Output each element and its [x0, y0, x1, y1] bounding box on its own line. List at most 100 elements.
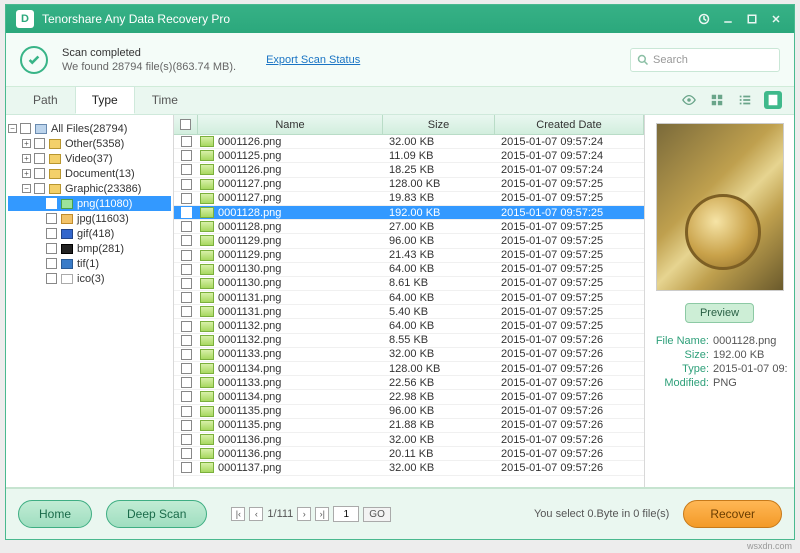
row-checkbox[interactable]: [181, 150, 192, 161]
page-last-icon[interactable]: ›|: [315, 507, 329, 521]
row-checkbox[interactable]: [181, 462, 192, 473]
tree-ico[interactable]: ico(3): [77, 273, 105, 285]
view-eye-icon[interactable]: [680, 91, 698, 109]
tab-path[interactable]: Path: [16, 86, 75, 114]
tree-jpg[interactable]: jpg(11603): [77, 213, 129, 225]
collapse-icon[interactable]: −: [22, 184, 31, 193]
table-row[interactable]: 0001128.png27.00 KB2015-01-07 09:57:25: [174, 220, 644, 234]
row-checkbox[interactable]: [181, 264, 192, 275]
row-checkbox[interactable]: [181, 434, 192, 445]
tree-png[interactable]: png(11080): [77, 198, 132, 210]
row-checkbox[interactable]: [181, 306, 192, 317]
expand-icon[interactable]: +: [22, 169, 31, 178]
tree-checkbox[interactable]: [20, 123, 31, 134]
row-checkbox[interactable]: [181, 292, 192, 303]
table-row[interactable]: 0001130.png8.61 KB2015-01-07 09:57:25: [174, 277, 644, 291]
table-row[interactable]: 0001132.png8.55 KB2015-01-07 09:57:26: [174, 334, 644, 348]
row-checkbox[interactable]: [181, 235, 192, 246]
tree-checkbox[interactable]: [46, 228, 57, 239]
table-row[interactable]: 0001136.png32.00 KB2015-01-07 09:57:26: [174, 433, 644, 447]
tree-checkbox[interactable]: [34, 168, 45, 179]
row-checkbox[interactable]: [181, 321, 192, 332]
tree-checkbox[interactable]: [46, 273, 57, 284]
row-checkbox[interactable]: [181, 363, 192, 374]
row-checkbox[interactable]: [181, 207, 192, 218]
select-all-checkbox[interactable]: [180, 119, 191, 130]
recover-button[interactable]: Recover: [683, 500, 782, 528]
row-checkbox[interactable]: [181, 250, 192, 261]
row-checkbox[interactable]: [181, 136, 192, 147]
table-row[interactable]: 0001134.png128.00 KB2015-01-07 09:57:26: [174, 362, 644, 376]
table-row[interactable]: 0001128.png192.00 KB2015-01-07 09:57:25: [174, 206, 644, 220]
file-list-body[interactable]: 0001126.png32.00 KB2015-01-07 09:57:2400…: [174, 135, 644, 487]
tree-checkbox[interactable]: [34, 183, 45, 194]
table-row[interactable]: 0001130.png64.00 KB2015-01-07 09:57:25: [174, 263, 644, 277]
table-row[interactable]: 0001127.png128.00 KB2015-01-07 09:57:25: [174, 178, 644, 192]
row-checkbox[interactable]: [181, 179, 192, 190]
home-button[interactable]: Home: [18, 500, 92, 528]
table-row[interactable]: 0001125.png11.09 KB2015-01-07 09:57:24: [174, 149, 644, 163]
export-scan-status-link[interactable]: Export Scan Status: [266, 54, 360, 66]
history-icon[interactable]: [692, 9, 716, 29]
expand-icon[interactable]: +: [22, 139, 31, 148]
table-row[interactable]: 0001131.png5.40 KB2015-01-07 09:57:25: [174, 305, 644, 319]
tree-root[interactable]: All Files(28794): [51, 123, 127, 135]
table-row[interactable]: 0001127.png19.83 KB2015-01-07 09:57:25: [174, 192, 644, 206]
row-checkbox[interactable]: [181, 448, 192, 459]
page-input[interactable]: [333, 506, 359, 522]
row-checkbox[interactable]: [181, 349, 192, 360]
row-checkbox[interactable]: [181, 164, 192, 175]
page-prev-icon[interactable]: ‹: [249, 507, 263, 521]
tree-bmp[interactable]: bmp(281): [77, 243, 124, 255]
view-grid-icon[interactable]: [708, 91, 726, 109]
tab-type[interactable]: Type: [75, 86, 135, 114]
maximize-button[interactable]: [740, 9, 764, 29]
table-row[interactable]: 0001126.png18.25 KB2015-01-07 09:57:24: [174, 163, 644, 177]
column-size[interactable]: Size: [383, 115, 495, 134]
collapse-icon[interactable]: −: [8, 124, 17, 133]
tree-checkbox[interactable]: [46, 213, 57, 224]
view-list-icon[interactable]: [736, 91, 754, 109]
search-input[interactable]: Search: [630, 48, 780, 72]
close-button[interactable]: [764, 9, 788, 29]
tree-checkbox[interactable]: [46, 258, 57, 269]
tree-checkbox[interactable]: [46, 243, 57, 254]
tree-graphic[interactable]: Graphic(23386): [65, 183, 141, 195]
row-checkbox[interactable]: [181, 377, 192, 388]
minimize-button[interactable]: [716, 9, 740, 29]
table-row[interactable]: 0001133.png22.56 KB2015-01-07 09:57:26: [174, 376, 644, 390]
tree-gif[interactable]: gif(418): [77, 228, 114, 240]
tree-checkbox[interactable]: [46, 198, 57, 209]
tab-time[interactable]: Time: [135, 86, 195, 114]
table-row[interactable]: 0001126.png32.00 KB2015-01-07 09:57:24: [174, 135, 644, 149]
table-row[interactable]: 0001135.png96.00 KB2015-01-07 09:57:26: [174, 405, 644, 419]
tree-checkbox[interactable]: [34, 153, 45, 164]
table-row[interactable]: 0001137.png32.00 KB2015-01-07 09:57:26: [174, 461, 644, 475]
tree-other[interactable]: Other(5358): [65, 138, 124, 150]
file-type-tree[interactable]: − All Files(28794) + Other(5358) + Video(37…: [6, 115, 174, 487]
column-date[interactable]: Created Date: [495, 115, 644, 134]
page-next-icon[interactable]: ›: [297, 507, 311, 521]
table-row[interactable]: 0001133.png32.00 KB2015-01-07 09:57:26: [174, 348, 644, 362]
expand-icon[interactable]: +: [22, 154, 31, 163]
deep-scan-button[interactable]: Deep Scan: [106, 500, 207, 528]
row-checkbox[interactable]: [181, 335, 192, 346]
table-row[interactable]: 0001132.png64.00 KB2015-01-07 09:57:25: [174, 319, 644, 333]
table-row[interactable]: 0001129.png96.00 KB2015-01-07 09:57:25: [174, 234, 644, 248]
row-checkbox[interactable]: [181, 193, 192, 204]
row-checkbox[interactable]: [181, 406, 192, 417]
row-checkbox[interactable]: [181, 420, 192, 431]
tree-tif[interactable]: tif(1): [77, 258, 99, 270]
table-row[interactable]: 0001134.png22.98 KB2015-01-07 09:57:26: [174, 390, 644, 404]
tree-checkbox[interactable]: [34, 138, 45, 149]
tree-video[interactable]: Video(37): [65, 153, 113, 165]
row-checkbox[interactable]: [181, 278, 192, 289]
page-go-button[interactable]: GO: [363, 507, 391, 522]
table-row[interactable]: 0001135.png21.88 KB2015-01-07 09:57:26: [174, 419, 644, 433]
table-row[interactable]: 0001136.png20.11 KB2015-01-07 09:57:26: [174, 447, 644, 461]
table-row[interactable]: 0001131.png64.00 KB2015-01-07 09:57:25: [174, 291, 644, 305]
view-detail-icon[interactable]: [764, 91, 782, 109]
column-name[interactable]: Name: [198, 115, 383, 134]
row-checkbox[interactable]: [181, 221, 192, 232]
tree-document[interactable]: Document(13): [65, 168, 135, 180]
